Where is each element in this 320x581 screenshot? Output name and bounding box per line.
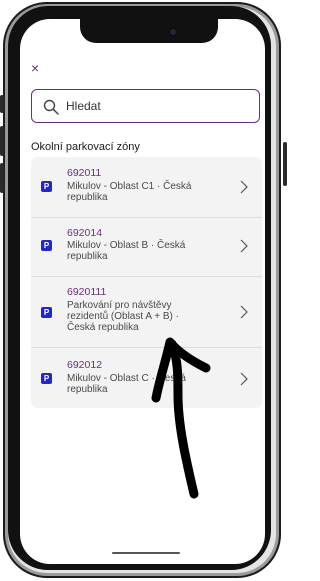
hand-drawn-arrow — [151, 337, 211, 499]
home-indicator[interactable] — [112, 552, 180, 554]
